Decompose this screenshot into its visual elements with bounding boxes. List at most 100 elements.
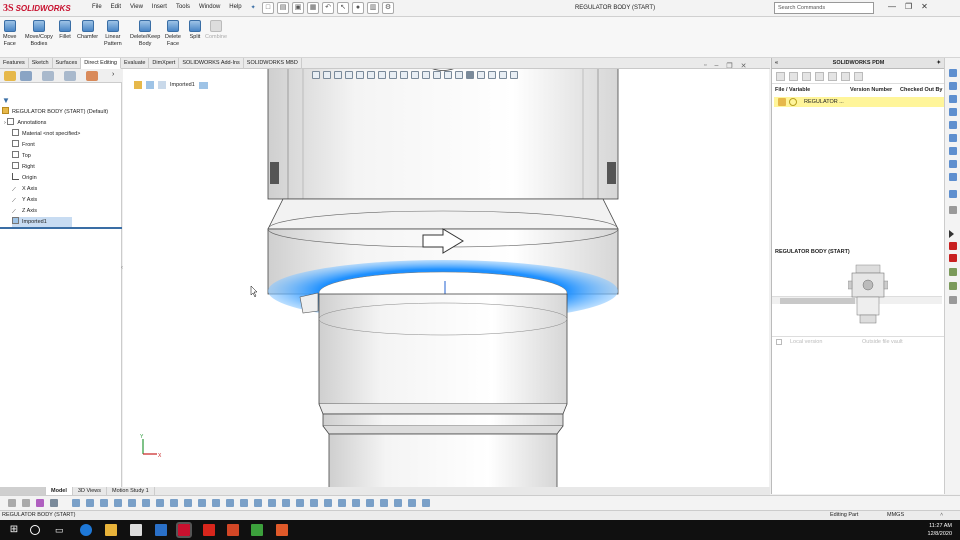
design-library-tab-icon[interactable] [949,82,957,90]
display-manager-tab-icon[interactable] [86,71,98,81]
open-icon[interactable]: ▤ [277,2,289,14]
solidworks-taskbar-icon[interactable] [176,522,192,538]
pdm-view-icon[interactable] [841,72,850,81]
combine-button[interactable]: Combine [205,20,227,41]
tree-item-y-axis[interactable]: ⟋ Y Axis [12,195,37,205]
forum-tab-icon[interactable] [949,160,957,168]
hide-show-icon[interactable] [389,71,397,79]
filter-blocks-icon[interactable] [352,499,360,507]
filter-mesh-edges-icon[interactable] [422,499,430,507]
perspective-icon[interactable] [466,71,474,79]
chevron-up-icon[interactable]: ˄ [940,511,943,520]
delete-keep-body-button[interactable]: Delete/Keep Body [130,20,160,47]
menu-file[interactable]: File [92,4,102,11]
filter-edges-icon[interactable] [86,499,94,507]
graphics-area[interactable]: Y X [123,69,769,487]
tile-icon[interactable] [510,71,518,79]
view-settings-icon[interactable] [422,71,430,79]
select-all-icon[interactable] [36,499,44,507]
edge-browser-icon[interactable] [80,524,92,536]
powerpoint-icon[interactable] [227,524,239,536]
menu-insert[interactable]: Insert [152,4,167,11]
tool-a-icon[interactable] [949,268,957,276]
close-icon[interactable]: ✕ [921,2,928,11]
file-explorer-tab-icon[interactable] [949,95,957,103]
ambient-occlusion-icon[interactable] [455,71,463,79]
play-icon[interactable] [949,230,954,238]
pdm-tab-icon[interactable] [949,147,957,155]
breadcrumb-label[interactable]: Imported1 [170,82,195,88]
tree-item-z-axis[interactable]: ⟋ Z Axis [12,206,37,216]
tab-dimxpert[interactable]: DimXpert [149,58,180,69]
tree-item-imported1[interactable]: Imported1 [12,217,72,227]
tab-mbd[interactable]: SOLIDWORKS MBD [244,58,302,69]
cartoon-icon[interactable] [477,71,485,79]
custom-properties-tab-icon[interactable] [949,134,957,142]
edit-appearance-icon[interactable] [400,71,408,79]
print-icon[interactable]: ▦ [307,2,319,14]
monitor-icon[interactable] [499,71,507,79]
rebuild-icon[interactable]: ● [352,2,364,14]
status-units[interactable]: MMGS [887,511,904,520]
recorder-icon[interactable] [276,524,288,536]
zoom-to-fit-icon[interactable] [312,71,320,79]
property-manager-tab-icon[interactable] [20,71,32,81]
windows-start-icon[interactable]: ⊞ [8,524,20,536]
tree-item-annotations[interactable]: › Annotations [4,118,46,128]
tab-addins[interactable]: SOLIDWORKS Add-Ins [179,58,244,69]
col-file-variable[interactable]: File / Variable [775,85,810,95]
camera-icon[interactable] [488,71,496,79]
stop-icon[interactable] [949,254,957,262]
col-checked-out-by[interactable]: Checked Out By [900,85,944,95]
undo-icon[interactable]: ↶ [322,2,334,14]
chamfer-button[interactable]: Chamfer [77,20,98,41]
3dexperience-tab-icon[interactable] [949,173,957,181]
filter-dowel-icon[interactable] [366,499,374,507]
tab-evaluate[interactable]: Evaluate [121,58,150,69]
menu-view[interactable]: View [130,4,143,11]
arrow-select-icon[interactable] [50,499,58,507]
filter-dimensions-icon[interactable] [226,499,234,507]
tab-model[interactable]: Model [46,487,73,495]
display-style-icon[interactable] [378,71,386,79]
file-properties-icon[interactable]: ▥ [367,2,379,14]
tree-item-x-axis[interactable]: ⟋ X Axis [12,184,37,194]
realview-icon[interactable] [433,71,441,79]
options-gear-icon[interactable]: ⚙ [382,2,394,14]
appearances-tab-icon[interactable] [949,121,957,129]
pdm-refresh-icon[interactable] [828,72,837,81]
tab-sketch[interactable]: Sketch [29,58,53,69]
resources-tab-icon[interactable] [949,69,957,77]
feature-icon[interactable] [158,81,166,89]
filter-sketch-points-icon[interactable] [170,499,178,507]
split-button[interactable]: Split [189,20,201,41]
tree-item-origin[interactable]: Origin [12,173,37,183]
task-view-icon[interactable]: ▭ [55,524,67,536]
scroll-tabs-control[interactable] [0,487,46,495]
mail-icon[interactable] [155,524,167,536]
configuration-tab-icon[interactable] [42,71,54,81]
dimxpert-tab-icon[interactable] [64,71,76,81]
viewport-tile-icon[interactable]: ▫ [704,62,706,70]
record-icon[interactable] [949,242,957,250]
tab-direct-editing[interactable]: Direct Editing [81,58,121,69]
filter-vertices-icon[interactable] [72,499,80,507]
search-commands-input[interactable]: Search Commands [774,2,874,14]
selection-icon[interactable] [198,81,208,89]
file-explorer-icon[interactable] [105,524,117,536]
tab-surfaces[interactable]: Surfaces [53,58,82,69]
filter-mesh-facets-icon[interactable] [408,499,416,507]
part-model-view[interactable]: Y X [123,69,769,487]
filter-faces-icon[interactable] [100,499,108,507]
filter-sketch-segments-icon[interactable] [184,499,192,507]
tool-c-icon[interactable] [949,296,957,304]
viewport-minimize-icon[interactable]: – [714,62,718,70]
body-icon[interactable] [146,81,154,89]
filter-planes-icon[interactable] [156,499,164,507]
menu-help[interactable]: Help [229,4,241,11]
feature-tree-tab-icon[interactable] [4,71,16,81]
fillet-button[interactable]: Fillet [59,20,71,41]
filter-surface-finish-icon[interactable] [296,499,304,507]
shadows-icon[interactable] [444,71,452,79]
tree-item-top[interactable]: Top [12,151,31,161]
